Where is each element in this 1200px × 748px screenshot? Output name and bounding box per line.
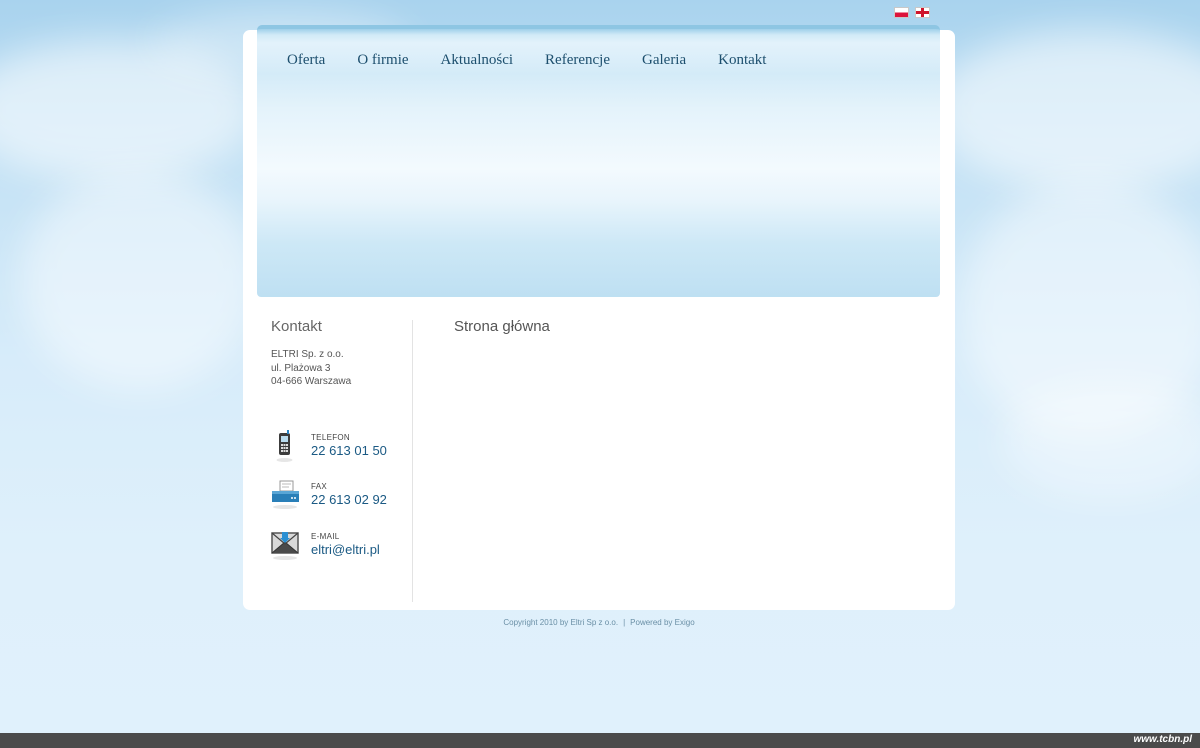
watermark: www.tcbn.pl <box>1133 734 1192 745</box>
fax-label: FAX <box>311 482 328 491</box>
cloud-decoration <box>1000 380 1200 500</box>
footer-copyright: Copyright 2010 by Eltri Sp z o.o. <box>503 618 619 627</box>
page-title: Strona główna <box>454 318 550 335</box>
address-city: 04-666 Warszawa <box>271 376 352 387</box>
fax-number[interactable]: 22 613 02 92 <box>311 492 387 507</box>
address-company: ELTRI Sp. z o.o. <box>271 349 344 360</box>
sidebar: Kontakt ELTRI Sp. z o.o. ul. Plażowa 3 0… <box>271 318 411 389</box>
email-address[interactable]: eltri@eltri.pl <box>311 542 380 557</box>
main-nav: Oferta O firmie Aktualności Referencje G… <box>287 52 798 69</box>
flag-en-icon[interactable] <box>915 7 930 18</box>
nav-item-kontakt[interactable]: Kontakt <box>718 52 766 69</box>
header-banner: Oferta O firmie Aktualności Referencje G… <box>257 25 940 297</box>
contact-phone: TELEFON 22 613 01 50 <box>271 430 387 466</box>
bottom-bar: www.tcbn.pl <box>0 733 1200 748</box>
nav-item-o-firmie[interactable]: O firmie <box>357 52 408 69</box>
envelope-icon <box>271 529 301 565</box>
cloud-decoration <box>930 30 1200 190</box>
cloud-decoration <box>20 170 260 390</box>
nav-item-aktualnosci[interactable]: Aktualności <box>441 52 514 69</box>
nav-item-oferta[interactable]: Oferta <box>287 52 325 69</box>
contact-fax: FAX 22 613 02 92 <box>271 479 387 515</box>
phone-number[interactable]: 22 613 01 50 <box>311 443 387 458</box>
footer-powered-link[interactable]: Powered by Exigo <box>630 618 694 627</box>
address-street: ul. Plażowa 3 <box>271 362 331 374</box>
fax-icon <box>271 479 301 515</box>
company-address: ELTRI Sp. z o.o. ul. Plażowa 3 04-666 Wa… <box>271 348 411 389</box>
contact-email: E-MAIL eltri@eltri.pl <box>271 529 380 565</box>
phone-label: TELEFON <box>311 433 350 442</box>
language-switcher <box>894 7 930 18</box>
footer: Copyright 2010 by Eltri Sp z o.o. | Powere… <box>243 618 955 627</box>
footer-separator: | <box>623 618 626 627</box>
nav-item-referencje[interactable]: Referencje <box>545 52 610 69</box>
nav-item-galeria[interactable]: Galeria <box>642 52 686 69</box>
flag-pl-icon[interactable] <box>894 7 909 18</box>
email-label: E-MAIL <box>311 532 340 541</box>
sidebar-title: Kontakt <box>271 318 322 335</box>
sidebar-divider <box>412 320 413 602</box>
mobile-phone-icon <box>271 430 301 466</box>
